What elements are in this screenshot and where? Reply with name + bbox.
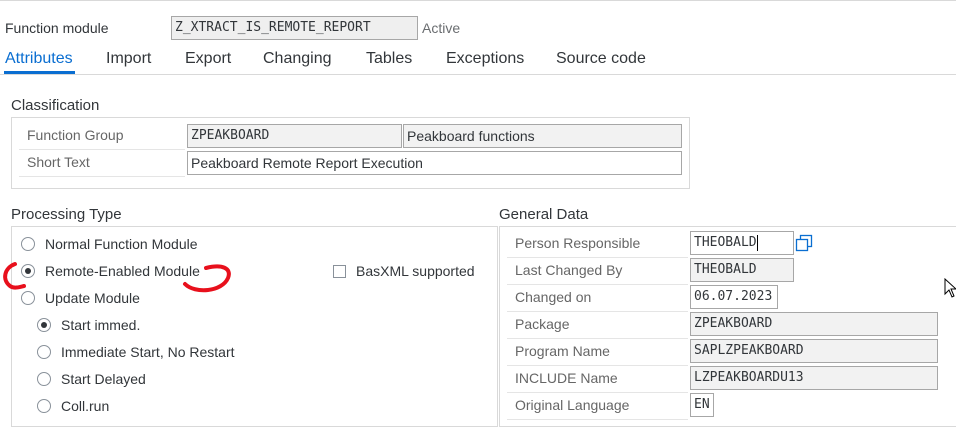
status-text: Active xyxy=(422,20,461,36)
tab-import[interactable]: Import xyxy=(106,50,151,68)
immediate-start-no-restart-label: Immediate Start, No Restart xyxy=(61,344,235,360)
function-group-field[interactable]: ZPEAKBOARD xyxy=(187,124,402,148)
function-module-field[interactable]: Z_XTRACT_IS_REMOTE_REPORT xyxy=(171,16,418,40)
start-immed-label: Start immed. xyxy=(61,317,141,333)
last-changed-by-field: THEOBALD xyxy=(690,258,794,282)
basxml-supported-label: BasXML supported xyxy=(356,263,475,279)
person-responsible-field[interactable]: THEOBALD xyxy=(690,231,794,255)
tabbar-divider xyxy=(0,74,956,75)
basxml-supported-checkbox[interactable] xyxy=(333,265,346,278)
coll-run-radio[interactable] xyxy=(37,399,51,413)
function-group-label: Function Group xyxy=(19,123,185,150)
package-label: Package xyxy=(507,312,688,339)
tab-tables[interactable]: Tables xyxy=(366,50,412,68)
changed-on-label: Changed on xyxy=(507,285,688,312)
immediate-start-no-restart-radio[interactable] xyxy=(37,345,51,359)
tab-exceptions[interactable]: Exceptions xyxy=(446,50,524,68)
include-name-field: LZPEAKBOARDU13 xyxy=(690,366,938,390)
person-responsible-label: Person Responsible xyxy=(507,231,688,258)
start-delayed-radio[interactable] xyxy=(37,372,51,386)
tab-attributes[interactable]: Attributes xyxy=(5,50,73,68)
text-cursor xyxy=(757,235,758,251)
top-border xyxy=(0,0,956,1)
tab-changing[interactable]: Changing xyxy=(263,50,332,68)
coll-run-label: Coll.run xyxy=(61,398,110,414)
original-language-field: EN xyxy=(690,393,714,417)
short-text-label: Short Text xyxy=(19,150,185,177)
start-delayed-label: Start Delayed xyxy=(61,371,146,387)
mouse-cursor-icon xyxy=(944,278,956,298)
original-language-label: Original Language xyxy=(507,393,688,420)
function-group-description: Peakboard functions xyxy=(403,124,682,148)
value-help-icon[interactable] xyxy=(795,234,813,252)
tab-export[interactable]: Export xyxy=(185,50,231,68)
package-field: ZPEAKBOARD xyxy=(690,312,938,336)
start-immed-radio[interactable] xyxy=(37,318,51,332)
function-module-label: Function module xyxy=(5,20,109,36)
last-changed-by-label: Last Changed By xyxy=(507,258,688,285)
short-text-field[interactable]: Peakboard Remote Report Execution xyxy=(187,151,682,175)
changed-on-field: 06.07.2023 xyxy=(690,285,778,309)
general-data-title: General Data xyxy=(499,206,589,223)
tab-source-code[interactable]: Source code xyxy=(556,50,646,68)
normal-function-module-label: Normal Function Module xyxy=(45,236,198,252)
processing-type-title: Processing Type xyxy=(11,206,122,223)
include-name-label: INCLUDE Name xyxy=(507,366,688,393)
annotation-underline-mark xyxy=(3,262,231,293)
program-name-field: SAPLZPEAKBOARD xyxy=(690,339,938,363)
classification-title: Classification xyxy=(11,97,100,114)
program-name-label: Program Name xyxy=(507,339,688,366)
normal-function-module-radio[interactable] xyxy=(21,237,35,251)
